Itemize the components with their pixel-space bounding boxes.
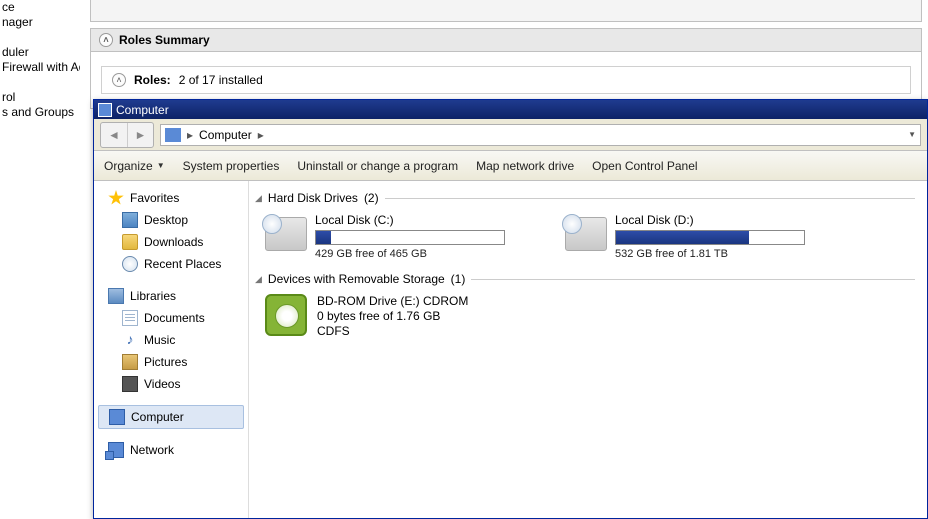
- pictures-icon: [122, 354, 138, 370]
- computer-icon: [109, 409, 125, 425]
- content: Favorites Desktop Downloads Recent Place…: [94, 181, 927, 518]
- sidebar-item-music[interactable]: ♪ Music: [94, 329, 248, 351]
- uninstall-button[interactable]: Uninstall or change a program: [297, 159, 458, 173]
- computer-icon: [165, 128, 181, 142]
- sidebar-item-desktop[interactable]: Desktop: [94, 209, 248, 231]
- back-button[interactable]: ◄: [101, 123, 127, 147]
- open-control-panel-button[interactable]: Open Control Panel: [592, 159, 697, 173]
- window-title: Computer: [116, 103, 169, 117]
- sidebar-favorites[interactable]: Favorites: [94, 187, 248, 209]
- toolbar: Organize▼ System properties Uninstall or…: [94, 151, 927, 181]
- roles-summary-title: Roles Summary: [119, 33, 210, 47]
- forward-button[interactable]: ►: [127, 123, 153, 147]
- tree-item[interactable]: s and Groups: [2, 105, 80, 120]
- drive-d[interactable]: Local Disk (D:) 532 GB free of 1.81 TB: [565, 213, 805, 260]
- section-header-removable[interactable]: ◢ Devices with Removable Storage (1): [255, 272, 927, 286]
- bg-panel: ˄ Roles Summary ˄ Roles: 2 of 17 install…: [90, 0, 928, 109]
- breadcrumb[interactable]: Computer: [199, 128, 252, 142]
- section-header-hdd[interactable]: ◢ Hard Disk Drives (2): [255, 191, 927, 205]
- system-properties-button[interactable]: System properties: [183, 159, 280, 173]
- chevron-down-icon: ▼: [157, 161, 165, 170]
- drive-free: 0 bytes free of 1.76 GB: [317, 309, 468, 324]
- navbar: ◄ ► ▸ Computer ▸ ▼: [94, 119, 927, 151]
- drive-free: 429 GB free of 465 GB: [315, 248, 505, 260]
- hdd-icon: [565, 217, 607, 251]
- drive-label: Local Disk (C:): [315, 213, 505, 227]
- sidebar-item-computer[interactable]: Computer: [98, 405, 244, 429]
- roles-summary-header[interactable]: ˄ Roles Summary: [90, 28, 922, 52]
- sidebar-item-documents[interactable]: Documents: [94, 307, 248, 329]
- sidebar-item-pictures[interactable]: Pictures: [94, 351, 248, 373]
- titlebar[interactable]: Computer: [94, 100, 927, 119]
- tree-item[interactable]: ce: [2, 0, 80, 15]
- divider: [385, 198, 915, 199]
- address-bar[interactable]: ▸ Computer ▸ ▼: [160, 124, 921, 146]
- drive-label: BD-ROM Drive (E:) CDROM: [317, 294, 468, 309]
- section-count: (2): [364, 191, 379, 205]
- roles-label: Roles:: [134, 73, 171, 87]
- drive-free: 532 GB free of 1.81 TB: [615, 248, 805, 260]
- sidebar-item-videos[interactable]: Videos: [94, 373, 248, 395]
- drive-label: Local Disk (D:): [615, 213, 805, 227]
- bg-panel-spacer: [90, 0, 922, 22]
- tree-item[interactable]: Firewall with Adva: [2, 60, 80, 75]
- music-icon: ♪: [122, 332, 138, 348]
- recent-icon: [122, 256, 138, 272]
- sidebar: Favorites Desktop Downloads Recent Place…: [94, 181, 249, 518]
- hdd-icon: [265, 217, 307, 251]
- nav-buttons: ◄ ►: [100, 122, 154, 148]
- drives-row: Local Disk (C:) 429 GB free of 465 GB Lo…: [255, 213, 927, 260]
- main-pane: ◢ Hard Disk Drives (2) Local Disk (C:) 4…: [249, 181, 927, 518]
- collapse-icon[interactable]: ◢: [255, 193, 262, 204]
- roles-line: ˄ Roles: 2 of 17 installed: [101, 66, 911, 94]
- sidebar-libraries[interactable]: Libraries: [94, 285, 248, 307]
- videos-icon: [122, 376, 138, 392]
- bg-tree: ce nager duler Firewall with Adva rol s …: [0, 0, 80, 120]
- drive-c[interactable]: Local Disk (C:) 429 GB free of 465 GB: [265, 213, 505, 260]
- usage-bar: [315, 230, 505, 245]
- tree-item[interactable]: rol: [2, 90, 80, 105]
- desktop-icon: [122, 212, 138, 228]
- map-network-drive-button[interactable]: Map network drive: [476, 159, 574, 173]
- document-icon: [122, 310, 138, 326]
- tree-item[interactable]: duler: [2, 45, 80, 60]
- address-dropdown-icon[interactable]: ▼: [908, 130, 916, 139]
- section-title: Devices with Removable Storage: [268, 272, 445, 286]
- section-count: (1): [451, 272, 466, 286]
- organize-button[interactable]: Organize▼: [104, 159, 165, 173]
- collapse-icon[interactable]: ˄: [112, 73, 126, 87]
- star-icon: [108, 190, 124, 206]
- computer-icon: [98, 103, 112, 117]
- drive-e[interactable]: BD-ROM Drive (E:) CDROM 0 bytes free of …: [255, 294, 927, 339]
- breadcrumb-sep[interactable]: ▸: [256, 128, 266, 142]
- collapse-icon[interactable]: ˄: [99, 33, 113, 47]
- drive-fs: CDFS: [317, 324, 468, 339]
- folder-icon: [122, 234, 138, 250]
- collapse-icon[interactable]: ◢: [255, 274, 262, 285]
- sidebar-item-network[interactable]: Network: [94, 439, 248, 461]
- roles-value: 2 of 17 installed: [179, 73, 263, 87]
- libraries-icon: [108, 288, 124, 304]
- usage-bar: [615, 230, 805, 245]
- sidebar-item-downloads[interactable]: Downloads: [94, 231, 248, 253]
- breadcrumb-sep: ▸: [185, 128, 195, 142]
- explorer-window: Computer ◄ ► ▸ Computer ▸ ▼ Organize▼ Sy…: [93, 99, 928, 519]
- section-title: Hard Disk Drives: [268, 191, 358, 205]
- network-icon: [108, 442, 124, 458]
- tree-item[interactable]: nager: [2, 15, 80, 30]
- divider: [471, 279, 915, 280]
- sidebar-item-recent[interactable]: Recent Places: [94, 253, 248, 275]
- bdrom-icon: [265, 294, 307, 336]
